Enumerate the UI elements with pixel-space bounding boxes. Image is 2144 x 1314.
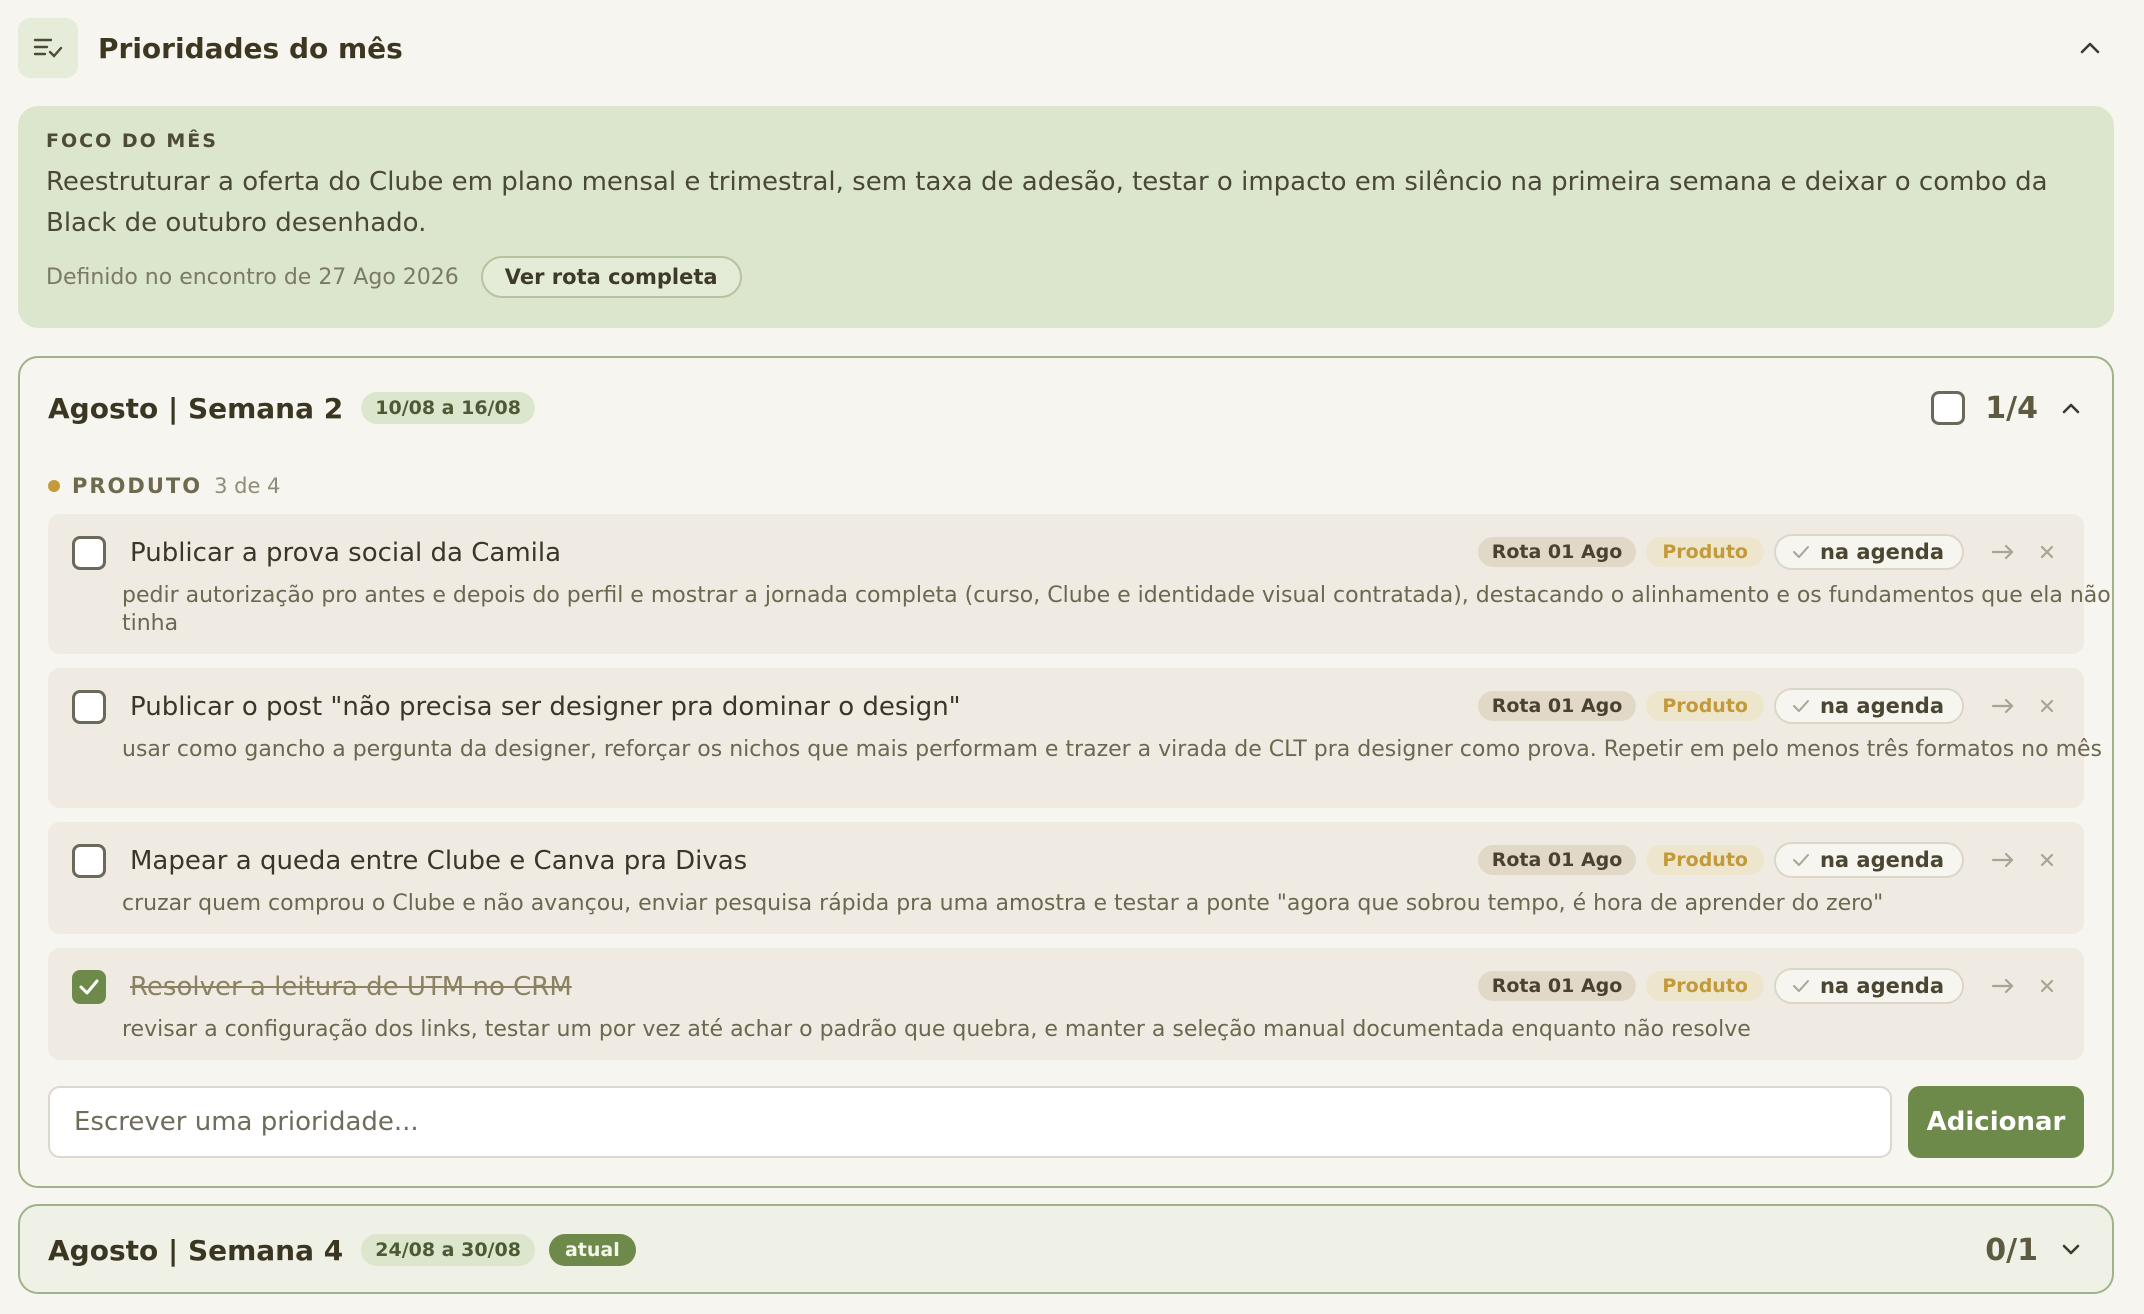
week-card-semana-4[interactable]: Agosto | Semana 4 24/08 a 30/08 atual 0/…: [18, 1204, 2114, 1294]
focus-meta: Definido no encontro de 27 Ago 2026 Ver …: [46, 256, 2086, 298]
close-icon[interactable]: [2036, 975, 2058, 997]
category-tag: Produto: [1646, 845, 1764, 875]
week-controls: 1/4: [1931, 388, 2084, 428]
week-header[interactable]: Agosto | Semana 4 24/08 a 30/08 atual: [48, 1230, 636, 1270]
task-title[interactable]: Mapear a queda entre Clube e Canva pra D…: [130, 844, 747, 878]
arrow-right-icon[interactable]: [1990, 539, 2016, 565]
agenda-label: na agenda: [1819, 540, 1944, 564]
category-dot-icon: [48, 480, 60, 492]
arrow-right-icon[interactable]: [1990, 693, 2016, 719]
route-tag: Rota 01 Ago: [1477, 845, 1637, 875]
task-description: pedir autorização pro antes e depois do …: [122, 583, 2111, 636]
category-tag: Produto: [1646, 971, 1764, 1001]
week-header[interactable]: Agosto | Semana 2 10/08 a 16/08: [48, 388, 535, 428]
focus-label: FOCO DO MÊS: [46, 130, 218, 152]
chevron-down-icon[interactable]: [2058, 1237, 2084, 1263]
agenda-toggle[interactable]: na agenda: [1773, 534, 1964, 570]
add-button[interactable]: Adicionar: [1908, 1086, 2084, 1158]
focus-text: Reestruturar a oferta do Clube em plano …: [46, 167, 2048, 238]
task-description: usar como gancho a pergunta da designer,…: [122, 737, 2102, 762]
close-icon[interactable]: [2036, 849, 2058, 871]
check-icon: [1792, 853, 1810, 867]
week-controls: 0/1: [1965, 1230, 2084, 1270]
chevron-up-icon[interactable]: [2074, 32, 2106, 64]
week-progress-count: 1/4: [1985, 390, 2038, 426]
task-tags: Rota 01 Ago Produto na agenda: [1477, 842, 2058, 878]
category-tag: Produto: [1646, 691, 1764, 721]
arrow-right-icon[interactable]: [1990, 847, 2016, 873]
arrow-right-icon[interactable]: [1990, 973, 2016, 999]
close-icon[interactable]: [2036, 541, 2058, 563]
priority-input[interactable]: [48, 1086, 1892, 1158]
task-tags: Rota 01 Ago Produto na agenda: [1477, 968, 2058, 1004]
agenda-toggle[interactable]: na agenda: [1773, 968, 1964, 1004]
task-title[interactable]: Publicar a prova social da Camila: [130, 536, 561, 570]
task-item: Mapear a queda entre Clube e Canva pra D…: [48, 822, 2084, 934]
view-full-route-button[interactable]: Ver rota completa: [480, 256, 742, 298]
check-icon: [1792, 699, 1810, 713]
category-count: 3 de 4: [214, 474, 281, 498]
week-range-badge: 24/08 a 30/08: [361, 1234, 535, 1266]
check-icon: [1792, 979, 1810, 993]
list-check-icon[interactable]: [18, 18, 78, 78]
check-icon: [1792, 545, 1810, 559]
month-focus-card: FOCO DO MÊS Reestruturar a oferta do Clu…: [18, 106, 2114, 328]
task-tags: Rota 01 Ago Produto na agenda: [1477, 688, 2058, 724]
page-title: Prioridades do mês: [98, 31, 403, 65]
task-description: cruzar quem comprou o Clube e não avanço…: [122, 891, 1884, 916]
task-checkbox-checked[interactable]: [72, 970, 106, 1004]
task-item: Publicar o post "não precisa ser designe…: [48, 668, 2102, 808]
category-tag: Produto: [1646, 537, 1764, 567]
agenda-label: na agenda: [1819, 848, 1944, 872]
category-name: PRODUTO: [72, 474, 203, 498]
route-tag: Rota 01 Ago: [1477, 691, 1637, 721]
priorities-header: Prioridades do mês: [18, 18, 2114, 78]
task-item: Publicar a prova social da Camila Rota 0…: [48, 514, 2111, 654]
week-title: Agosto | Semana 2: [48, 391, 344, 425]
week-progress-count: 0/1: [1985, 1232, 2038, 1268]
current-week-badge: atual: [548, 1234, 636, 1266]
task-item: Resolver a leitura de UTM no CRM Rota 01…: [48, 948, 2084, 1060]
task-tags: Rota 01 Ago Produto na agenda: [1477, 534, 2058, 570]
category-header: PRODUTO 3 de 4: [48, 474, 280, 498]
focus-date: Definido no encontro de 27 Ago 2026: [46, 264, 459, 290]
task-title[interactable]: Resolver a leitura de UTM no CRM: [130, 970, 572, 1004]
task-checkbox[interactable]: [72, 844, 106, 878]
task-checkbox[interactable]: [72, 536, 106, 570]
week-range-badge: 10/08 a 16/08: [361, 392, 535, 424]
agenda-toggle[interactable]: na agenda: [1773, 842, 1964, 878]
close-icon[interactable]: [2036, 695, 2058, 717]
task-title[interactable]: Publicar o post "não precisa ser designe…: [130, 690, 961, 724]
week-card-semana-2: Agosto | Semana 2 10/08 a 16/08 1/4 PROD…: [18, 356, 2114, 1188]
chevron-up-icon[interactable]: [2058, 395, 2084, 421]
agenda-label: na agenda: [1819, 974, 1944, 998]
task-description: revisar a configuração dos links, testar…: [122, 1017, 1751, 1042]
agenda-toggle[interactable]: na agenda: [1773, 688, 1964, 724]
week-checkbox[interactable]: [1931, 391, 1966, 425]
week-title: Agosto | Semana 4: [48, 1233, 344, 1267]
route-tag: Rota 01 Ago: [1477, 537, 1637, 567]
task-checkbox[interactable]: [72, 690, 106, 724]
route-tag: Rota 01 Ago: [1477, 971, 1637, 1001]
agenda-label: na agenda: [1819, 694, 1944, 718]
add-priority-row: Adicionar: [48, 1086, 2084, 1158]
